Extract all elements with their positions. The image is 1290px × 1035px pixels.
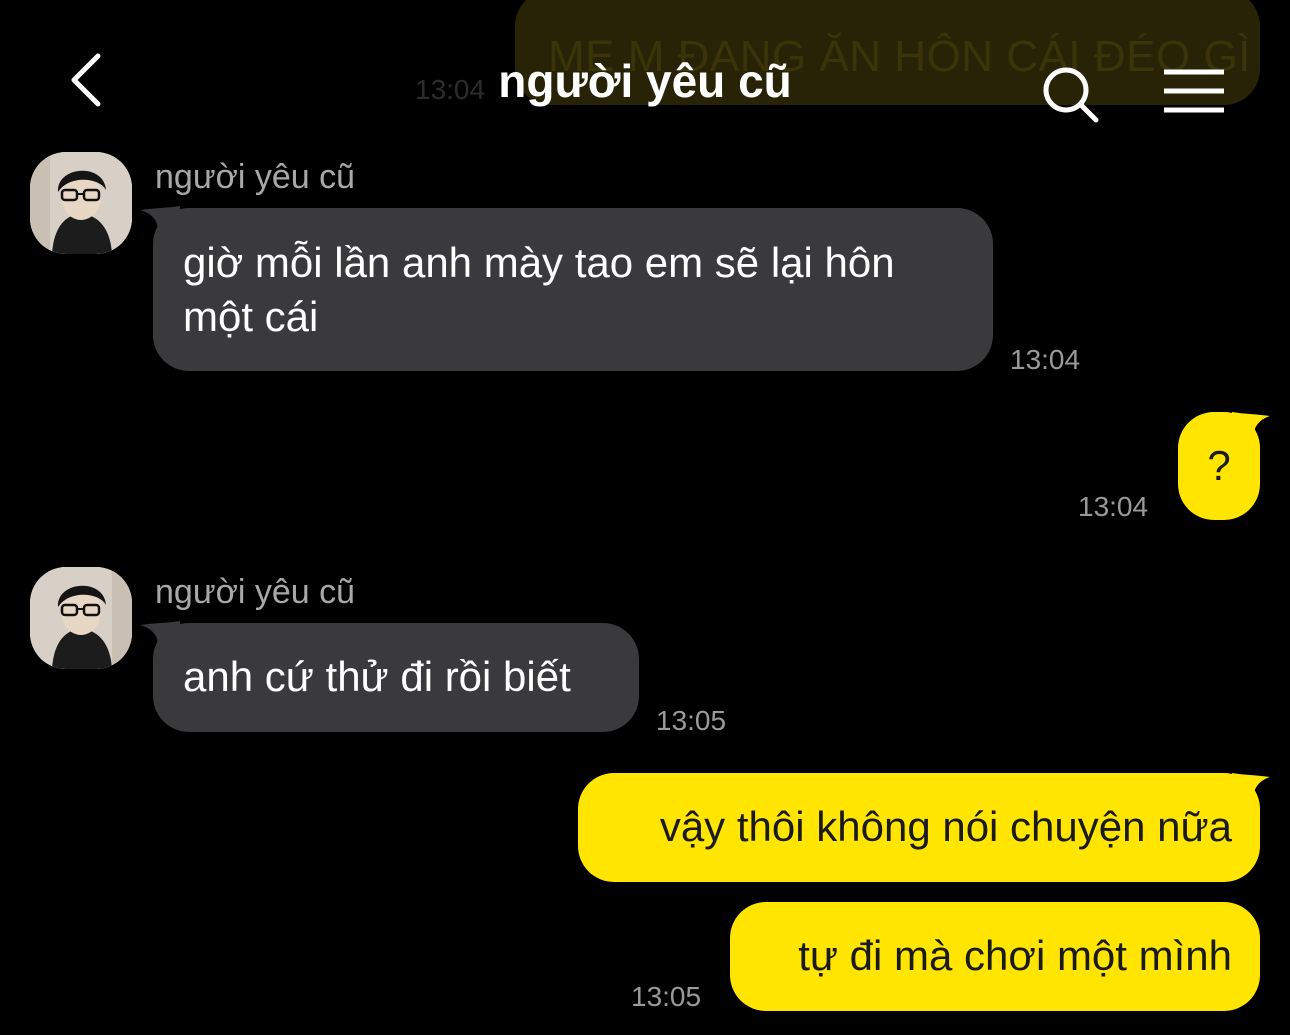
sender-name: người yêu cũ: [155, 158, 356, 196]
avatar[interactable]: [30, 152, 132, 254]
message-bubble-outgoing[interactable]: vậy thôi không nói chuyện nữa: [578, 773, 1260, 882]
bubble-tail: [1232, 773, 1270, 803]
menu-icon[interactable]: [1162, 68, 1226, 114]
message-time: 13:05: [656, 705, 727, 736]
bubble-tail: [1232, 412, 1270, 442]
message-text: vậy thôi không nói chuyện nữa: [659, 803, 1232, 850]
message-text: ?: [1207, 442, 1231, 489]
search-icon[interactable]: [1040, 64, 1102, 126]
message-bubble-incoming[interactable]: giờ mỗi lần anh mày tao em sẽ lại hôn mộ…: [153, 208, 993, 371]
message-bubble-incoming[interactable]: anh cứ thử đi rồi biết: [153, 623, 639, 732]
message-text: anh cứ thử đi rồi biết: [183, 653, 571, 700]
sender-name: người yêu cũ: [155, 573, 356, 611]
message-time: 13:05: [631, 981, 702, 1012]
message-time: 13:04: [1010, 344, 1081, 375]
message-time: 13:04: [1078, 491, 1149, 522]
message-bubble-outgoing[interactable]: tự đi mà chơi một mình: [730, 902, 1260, 1011]
message-text-line: giờ mỗi lần anh mày tao em sẽ lại hôn: [183, 239, 895, 286]
message-text-line: một cái: [183, 293, 319, 340]
message-text: tự đi mà chơi một mình: [798, 932, 1232, 979]
avatar[interactable]: [30, 567, 132, 669]
